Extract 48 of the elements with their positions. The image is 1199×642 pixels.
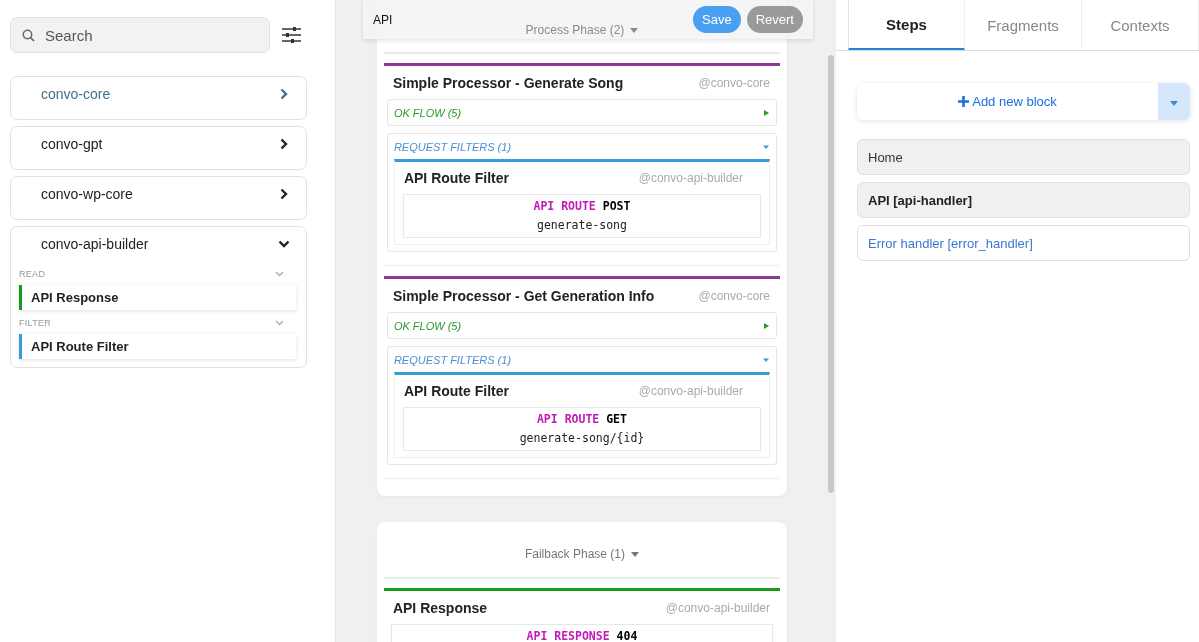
component-item[interactable]: API Response <box>19 285 296 310</box>
phase-dropdown[interactable]: Failback Phase (1) <box>524 547 639 561</box>
block-title: Simple Processor - Get Generation Info <box>392 287 655 304</box>
revert-button[interactable]: Revert <box>746 6 803 33</box>
package-header[interactable]: convo-gpt <box>19 127 298 161</box>
component-name: API Response <box>31 290 119 305</box>
caret-icon <box>630 28 639 34</box>
search-field[interactable]: Search <box>10 17 270 53</box>
service-title: API <box>372 12 393 27</box>
package-label: @convo-api-builder <box>665 600 770 615</box>
flow-header[interactable]: REQUEST FILTERS (1) <box>393 347 770 372</box>
component-item[interactable]: API Route Filter <box>19 334 296 359</box>
package-label: @convo-core <box>698 75 770 90</box>
filter-title: API Route Filter <box>403 170 509 186</box>
block-title: API Response <box>392 599 488 616</box>
section-label: FILTER <box>19 318 52 328</box>
plus-icon <box>958 96 970 107</box>
tab[interactable]: Steps <box>848 0 965 50</box>
package-label: @convo-api-builder <box>638 384 743 398</box>
dropdown-toggle[interactable] <box>1158 83 1190 120</box>
phase-dropdown[interactable]: Process Phase (2) <box>525 23 639 37</box>
save-button[interactable]: Save <box>693 6 741 33</box>
code-line: API ROUTE POST <box>532 199 632 213</box>
caret-icon <box>1170 101 1178 106</box>
step-item[interactable]: API [api-handler] <box>857 182 1190 218</box>
add-block-button[interactable]: Add new block <box>857 83 1158 120</box>
package-header[interactable]: convo-core <box>19 77 298 111</box>
component-name: API Route Filter <box>31 339 129 354</box>
package-header[interactable]: convo-api-builder <box>19 227 298 261</box>
flow-header[interactable]: OK FLOW (5) <box>393 313 770 338</box>
caret-icon <box>631 552 639 558</box>
block-title: Simple Processor - Generate Song <box>392 74 624 91</box>
chevron-icon[interactable] <box>274 271 284 277</box>
code-line: generate-song <box>535 218 628 232</box>
flow-header[interactable]: OK FLOW (5) <box>393 100 770 125</box>
chevron-icon[interactable] <box>274 320 284 326</box>
package-header[interactable]: convo-wp-core <box>19 177 298 211</box>
filter-settings-icon[interactable] <box>281 27 301 43</box>
step-item[interactable]: Home <box>857 139 1190 175</box>
code-line: API ROUTE GET <box>535 412 628 426</box>
code-line: API RESPONSE 404 <box>525 629 639 642</box>
flow-header[interactable]: REQUEST FILTERS (1) <box>393 134 770 159</box>
filter-title: API Route Filter <box>403 383 509 399</box>
code-line: generate-song/{id} <box>518 431 646 445</box>
package-label: @convo-api-builder <box>638 171 743 185</box>
step-item[interactable]: Error handler [error_handler] <box>857 225 1190 261</box>
section-label: READ <box>19 269 46 279</box>
package-label: @convo-core <box>698 288 770 303</box>
